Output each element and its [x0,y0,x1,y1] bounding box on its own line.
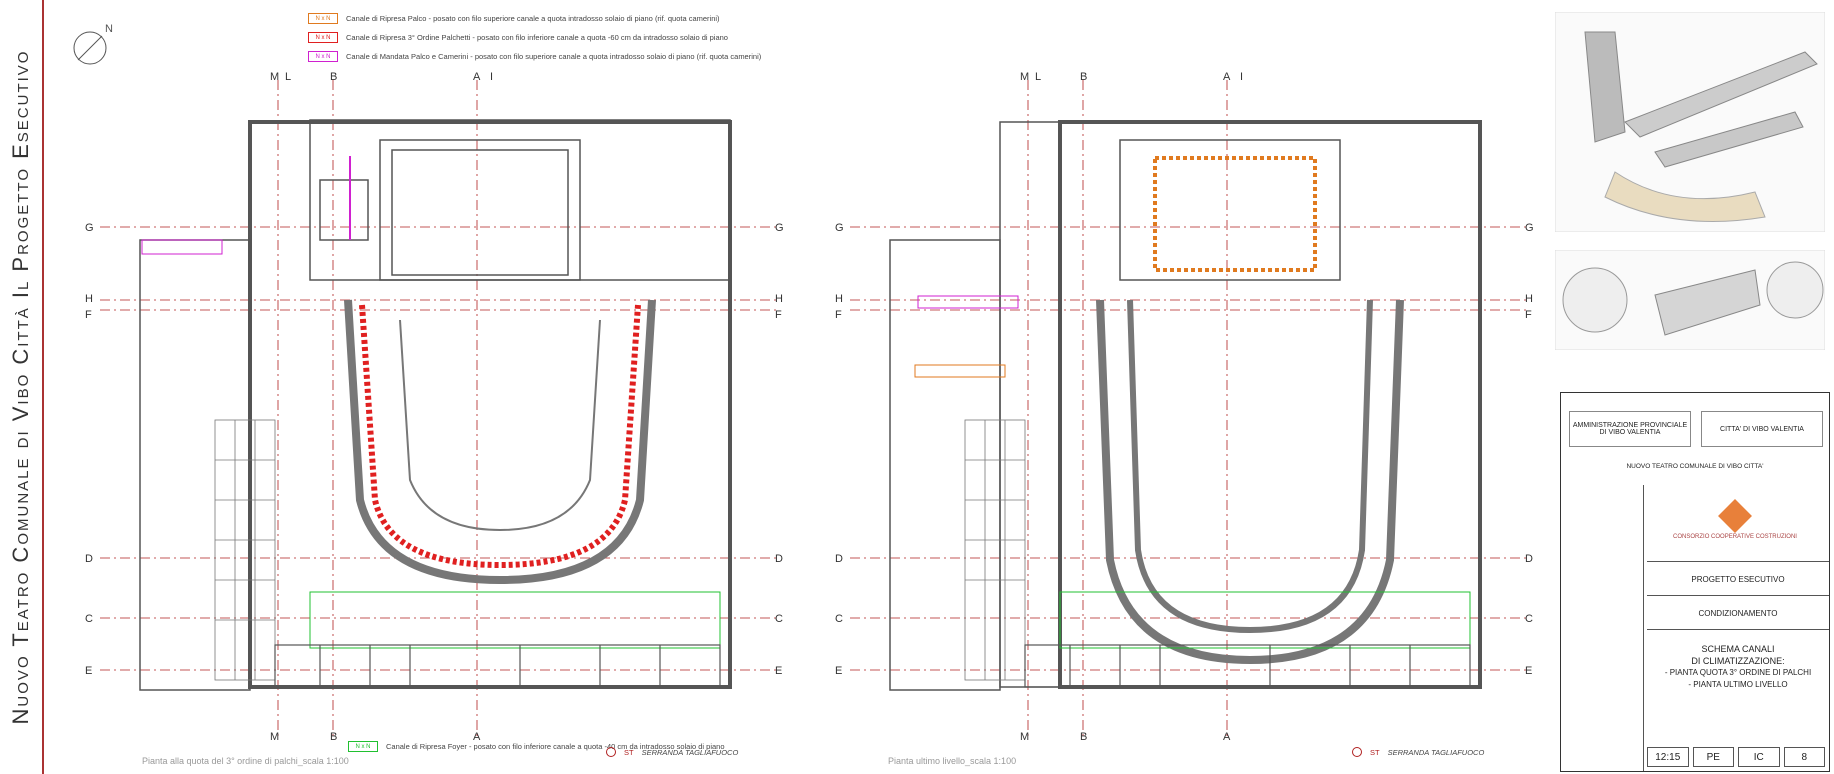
svg-text:M: M [270,71,279,83]
svg-text:A: A [1223,731,1231,743]
svg-text:F: F [1525,309,1532,321]
svg-text:H: H [835,293,843,305]
svg-text:E: E [775,665,782,677]
svg-text:B: B [1080,71,1087,83]
vertical-title-text: Nuovo Teatro Comunale di Vibo Città Il P… [8,49,33,725]
duct-detail-render [1555,250,1825,350]
svg-text:E: E [835,665,842,677]
svg-text:A: A [473,71,481,83]
svg-text:F: F [85,309,92,321]
svg-text:A: A [1223,71,1231,83]
svg-text:M: M [1020,731,1029,743]
svg-text:D: D [835,553,843,565]
svg-text:I: I [1240,71,1243,83]
svg-text:G: G [835,222,844,234]
drawing-codes: 12:15 PE IC 8 [1647,747,1825,767]
legend-item-ripresa-palchetti: N x N Canale di Ripresa 3° Ordine Palche… [308,32,728,43]
svg-text:C: C [835,613,843,625]
floor-plan-top-level: MLBAI GG HH FF DD CC EE MBA [835,71,1534,743]
svg-text:H: H [1525,293,1533,305]
svg-text:M: M [1020,71,1029,83]
serranda-legend-left: ST SERRANDA TAGLIAFUOCO [606,747,738,757]
title-block: AMMINISTRAZIONE PROVINCIALE DI VIBO VALE… [1560,392,1830,772]
svg-text:B: B [1080,731,1087,743]
drawing-title: SCHEMA CANALI DI CLIMATIZZAZIONE: - PIAN… [1647,629,1829,704]
legend-item-ripresa-palco: N x N Canale di Ripresa Palco - posato c… [308,13,720,24]
svg-text:H: H [775,293,783,305]
svg-text:L: L [285,71,291,83]
svg-text:N: N [105,23,113,35]
discipline-label: CONDIZIONAMENTO [1647,595,1829,630]
svg-text:F: F [835,309,842,321]
svg-text:D: D [1525,553,1533,565]
caption-left-plan: Pianta alla quota del 3° ordine di palch… [142,756,349,766]
client-right: CITTA' DI VIBO VALENTIA [1701,411,1823,447]
consultants-column [1561,485,1644,771]
svg-text:I: I [490,71,493,83]
svg-text:C: C [85,613,93,625]
phase-label: PROGETTO ESECUTIVO [1647,561,1829,596]
svg-text:C: C [1525,613,1533,625]
svg-text:B: B [330,71,337,83]
contractor-mark-icon [1718,499,1752,533]
svg-text:G: G [1525,222,1534,234]
svg-text:G: G [85,222,94,234]
client-left: AMMINISTRAZIONE PROVINCIALE DI VIBO VALE… [1569,411,1691,447]
floor-plan-third-tier: MLBAI GG HH FF DD CC EE MBA [85,71,784,743]
svg-text:G: G [775,222,784,234]
serranda-symbol-icon [606,747,616,757]
serranda-symbol-icon [1352,747,1362,757]
caption-right-plan: Pianta ultimo livello_scala 1:100 [888,756,1017,766]
svg-text:H: H [85,293,93,305]
duct-3d-render [1555,12,1825,232]
project-description: NUOVO TEATRO COMUNALE DI VIBO CITTA' [1626,462,1764,470]
svg-text:D: D [85,553,93,565]
svg-text:C: C [775,613,783,625]
svg-text:M: M [270,731,279,743]
svg-text:F: F [775,309,782,321]
contractor-logo: CONSORZIO COOPERATIVE COSTRUZIONI [1647,489,1823,555]
svg-text:D: D [775,553,783,565]
svg-text:L: L [1035,71,1041,83]
vertical-project-title: Nuovo Teatro Comunale di Vibo Città Il P… [0,0,44,774]
svg-text:E: E [1525,665,1532,677]
svg-text:E: E [85,665,92,677]
svg-text:B: B [330,731,337,743]
serranda-legend-right: ST SERRANDA TAGLIAFUOCO [1352,747,1484,757]
